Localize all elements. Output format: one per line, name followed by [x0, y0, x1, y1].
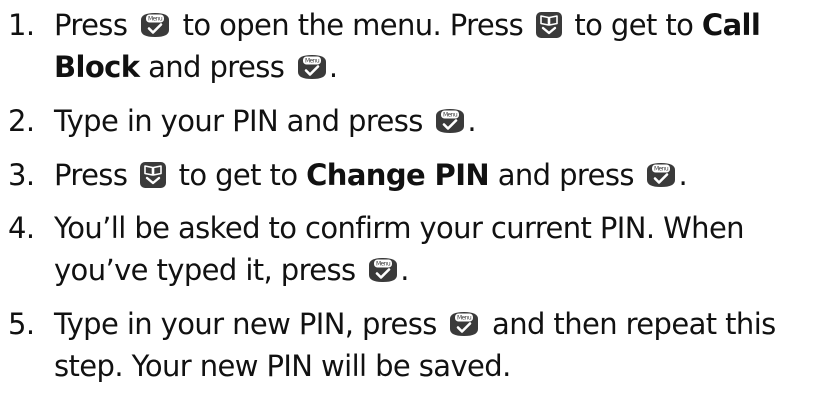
step-text: .	[467, 104, 477, 138]
step-text: Type in your PIN and press	[54, 104, 423, 138]
menu-ok-key-icon: Menu	[138, 11, 172, 39]
step-text: and press	[497, 158, 635, 192]
step-text: to get to	[178, 158, 298, 192]
step-number: 2.	[8, 104, 35, 138]
step-text: Type in your new PIN, press	[54, 307, 437, 341]
menu-ok-key-icon: Menu	[447, 310, 481, 338]
step-1: 1. Press Menu to open the menu. Press to …	[8, 4, 818, 88]
step-2: 2. Type in your PIN and press Menu.	[8, 100, 818, 142]
step-bold-text: Call	[701, 8, 761, 42]
step-number: 4.	[8, 211, 35, 245]
step-text: step. Your new PIN will be saved.	[54, 349, 511, 383]
step-1-line-1: 1. Press Menu to open the menu. Press to …	[8, 4, 818, 46]
step-5-line-1: 5. Type in your new PIN, press Menu and t…	[8, 303, 818, 345]
step-number: 3.	[8, 158, 35, 192]
step-bold-text: Change PIN	[306, 158, 490, 192]
svg-text:Menu: Menu	[443, 112, 458, 119]
svg-text:Menu: Menu	[305, 58, 320, 65]
instruction-steps: 1. Press Menu to open the menu. Press to …	[0, 0, 821, 407]
step-text: you’ve typed it, press	[54, 253, 356, 287]
step-4-line-2: you’ve typed it, press Menu.	[8, 249, 818, 291]
step-text: Press	[54, 158, 128, 192]
svg-text:Menu: Menu	[148, 16, 163, 23]
svg-text:Menu: Menu	[457, 315, 472, 322]
step-text: to open the menu. Press	[182, 8, 524, 42]
step-4-line-1: 4. You’ll be asked to confirm your curren…	[8, 207, 818, 249]
menu-ok-key-icon: Menu	[366, 256, 400, 284]
step-4: 4. You’ll be asked to confirm your curren…	[8, 207, 818, 291]
step-text: .	[328, 50, 338, 84]
svg-text:Menu: Menu	[376, 261, 391, 268]
phonebook-down-key-icon	[139, 161, 167, 189]
step-text: .	[400, 253, 409, 287]
step-5: 5. Type in your new PIN, press Menu and t…	[8, 303, 818, 387]
menu-ok-key-icon: Menu	[433, 107, 467, 135]
step-text: to get to	[574, 8, 694, 42]
step-text: You’ll be asked to confirm your current …	[54, 211, 745, 245]
step-1-line-2: Block and press Menu.	[8, 46, 818, 88]
step-bold-text: Block	[54, 50, 140, 84]
svg-text:Menu: Menu	[654, 166, 669, 173]
step-text: and press	[148, 50, 285, 84]
step-text: Press	[54, 8, 128, 42]
step-number: 5.	[8, 307, 35, 341]
phonebook-down-key-icon	[535, 11, 563, 39]
step-number: 1.	[8, 8, 35, 42]
menu-ok-key-icon: Menu	[295, 53, 329, 81]
step-5-line-2: step. Your new PIN will be saved.	[8, 345, 818, 387]
step-text: and then repeat this	[492, 307, 776, 341]
step-3: 3. Press to get to Change PIN and press M…	[8, 154, 818, 196]
step-text: .	[678, 158, 688, 192]
menu-ok-key-icon: Menu	[644, 161, 678, 189]
